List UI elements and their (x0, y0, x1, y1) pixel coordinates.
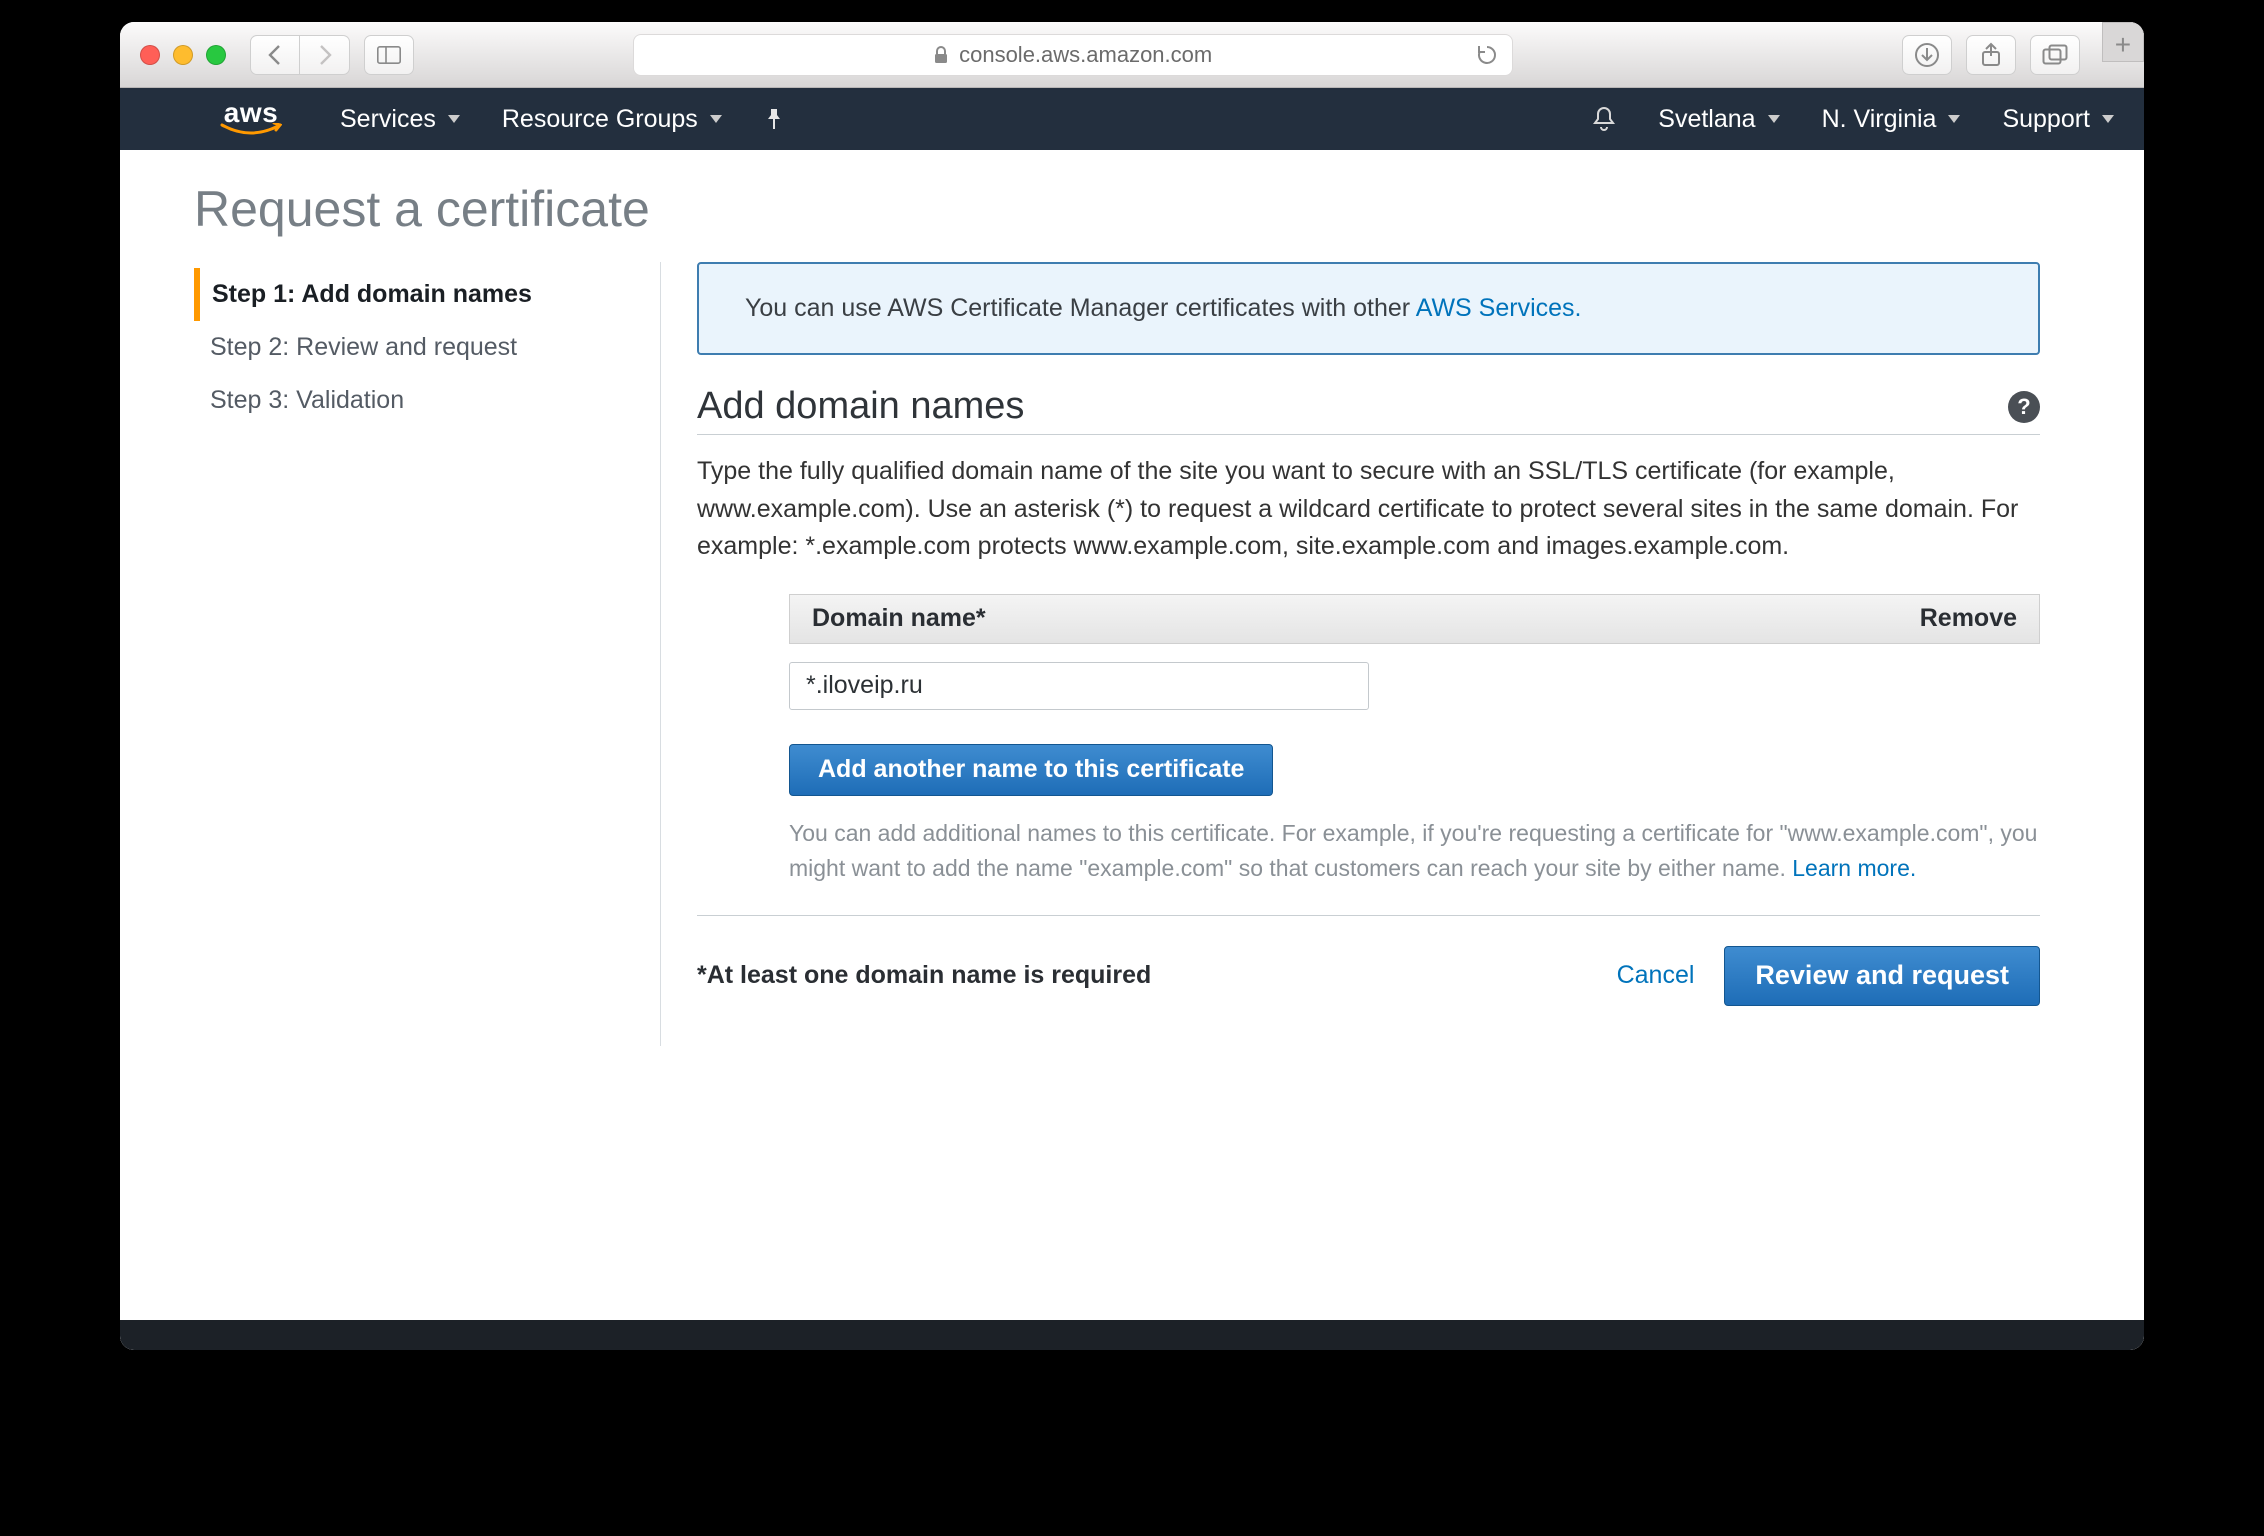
caret-down-icon (1948, 115, 1960, 123)
section-description: Type the fully qualified domain name of … (697, 453, 2040, 566)
aws-top-nav: aws Services Resource Groups Svetlana (120, 88, 2144, 150)
share-button[interactable] (1966, 35, 2016, 75)
domain-input[interactable] (789, 662, 1369, 710)
caret-down-icon (448, 115, 460, 123)
downloads-button[interactable] (1902, 35, 1952, 75)
nav-user-menu[interactable]: Svetlana (1658, 105, 1779, 134)
footer-row: *At least one domain name is required Ca… (697, 915, 2040, 1006)
aws-logo[interactable]: aws (220, 102, 282, 137)
learn-more-link[interactable]: Learn more. (1792, 855, 1916, 881)
main-content: You can use AWS Certificate Manager cert… (697, 262, 2040, 1046)
nav-services-label: Services (340, 105, 436, 134)
info-text: You can use AWS Certificate Manager cert… (745, 294, 1416, 322)
caret-down-icon (1768, 115, 1780, 123)
nav-resource-groups[interactable]: Resource Groups (502, 105, 722, 134)
caret-down-icon (2102, 115, 2114, 123)
help-icon[interactable]: ? (2008, 391, 2040, 423)
nav-support-menu[interactable]: Support (2002, 105, 2114, 134)
browser-window: console.aws.amazon.com + (120, 22, 2144, 1350)
vertical-divider (660, 262, 661, 1046)
nav-pin[interactable] (764, 108, 784, 130)
domain-col-name: Domain name* (812, 604, 986, 633)
nav-services[interactable]: Services (340, 105, 460, 134)
page-title: Request a certificate (194, 180, 2040, 238)
nav-resource-groups-label: Resource Groups (502, 105, 698, 134)
step-1-label: Step 1: Add domain names (212, 280, 532, 308)
nav-user-label: Svetlana (1658, 105, 1755, 134)
step-3[interactable]: Step 3: Validation (194, 374, 624, 427)
aws-footer-bar (120, 1320, 2144, 1350)
review-button-label: Review and request (1755, 960, 2009, 991)
page-body: Request a certificate Step 1: Add domain… (120, 150, 2144, 1350)
add-name-hint: You can add additional names to this cer… (789, 816, 2040, 887)
address-bar[interactable]: console.aws.amazon.com (633, 34, 1513, 76)
lock-icon (933, 46, 949, 64)
caret-down-icon (710, 115, 722, 123)
back-button[interactable] (250, 35, 300, 75)
domain-row (789, 662, 2040, 710)
url-text: console.aws.amazon.com (959, 42, 1212, 68)
section-heading: Add domain names (697, 385, 1024, 428)
close-window-button[interactable] (140, 45, 160, 65)
show-tabs-button[interactable] (2030, 35, 2080, 75)
aws-swoosh-icon (220, 123, 282, 137)
domain-table: Domain name* Remove Add another name to … (789, 594, 2040, 887)
bell-icon (1592, 106, 1616, 132)
nav-region-label: N. Virginia (1822, 105, 1937, 134)
minimize-window-button[interactable] (173, 45, 193, 65)
step-2[interactable]: Step 2: Review and request (194, 321, 624, 374)
nav-region-menu[interactable]: N. Virginia (1822, 105, 1961, 134)
aws-services-link[interactable]: AWS Services. (1416, 294, 1582, 322)
cancel-link[interactable]: Cancel (1617, 961, 1695, 990)
step-1[interactable]: Step 1: Add domain names (194, 268, 624, 321)
review-and-request-button[interactable]: Review and request (1724, 946, 2040, 1006)
nav-support-label: Support (2002, 105, 2090, 134)
fullscreen-window-button[interactable] (206, 45, 226, 65)
sidebar-toggle-button[interactable] (364, 35, 414, 75)
notifications-button[interactable] (1592, 106, 1616, 132)
info-banner: You can use AWS Certificate Manager cert… (697, 262, 2040, 355)
add-another-name-button[interactable]: Add another name to this certificate (789, 744, 1273, 796)
refresh-button[interactable] (1476, 44, 1498, 66)
nav-back-forward (250, 35, 350, 75)
step-2-label: Step 2: Review and request (210, 333, 517, 361)
new-tab-button[interactable]: + (2102, 22, 2144, 62)
safari-toolbar: console.aws.amazon.com + (120, 22, 2144, 88)
aws-logo-text: aws (224, 102, 278, 123)
pin-icon (764, 108, 784, 130)
add-another-name-label: Add another name to this certificate (818, 755, 1244, 784)
wizard-steps: Step 1: Add domain names Step 2: Review … (194, 262, 624, 1046)
forward-button[interactable] (300, 35, 350, 75)
domain-col-remove: Remove (1920, 604, 2017, 633)
required-note: *At least one domain name is required (697, 961, 1151, 990)
domain-table-header: Domain name* Remove (789, 594, 2040, 644)
step-3-label: Step 3: Validation (210, 386, 404, 414)
window-controls (140, 45, 226, 65)
